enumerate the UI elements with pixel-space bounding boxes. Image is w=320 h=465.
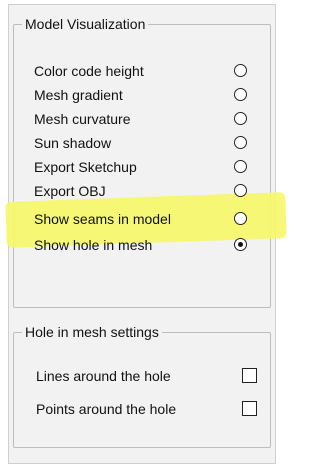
option-label: Export OBJ	[34, 183, 106, 199]
option-label: Show hole in mesh	[34, 237, 153, 253]
radio-button[interactable]	[234, 112, 247, 125]
option-export-obj[interactable]: Export OBJ	[34, 180, 250, 202]
radio-button[interactable]	[234, 64, 247, 77]
model-visualization-title: Model Visualization	[25, 16, 146, 32]
radio-button[interactable]	[234, 184, 247, 197]
radio-button[interactable]	[234, 88, 247, 101]
radio-dot-icon	[237, 241, 243, 247]
option-points-around-hole[interactable]: Points around the hole	[36, 398, 266, 420]
option-label: Points around the hole	[36, 401, 177, 417]
option-mesh-curvature[interactable]: Mesh curvature	[34, 108, 250, 130]
option-export-sketchup[interactable]: Export Sketchup	[34, 156, 250, 178]
option-label: Mesh gradient	[34, 87, 123, 103]
option-label: Lines around the hole	[36, 368, 171, 384]
radio-button[interactable]	[234, 212, 247, 225]
option-label: Mesh curvature	[34, 111, 131, 127]
option-mesh-gradient[interactable]: Mesh gradient	[34, 84, 250, 106]
option-show-seams-in-model[interactable]: Show seams in model	[34, 208, 250, 230]
radio-button[interactable]	[234, 160, 247, 173]
option-color-code-height[interactable]: Color code height	[34, 60, 250, 82]
option-label: Export Sketchup	[34, 159, 137, 175]
option-label: Show seams in model	[34, 211, 171, 227]
option-show-hole-in-mesh[interactable]: Show hole in mesh	[34, 234, 250, 256]
radio-button[interactable]	[234, 136, 247, 149]
option-label: Sun shadow	[34, 135, 112, 151]
option-sun-shadow[interactable]: Sun shadow	[34, 132, 250, 154]
hole-settings-title: Hole in mesh settings	[25, 324, 159, 340]
radio-button-selected[interactable]	[234, 238, 247, 251]
checkbox[interactable]	[242, 368, 257, 383]
option-label: Color code height	[34, 63, 144, 79]
checkbox[interactable]	[242, 401, 257, 416]
option-lines-around-hole[interactable]: Lines around the hole	[36, 365, 266, 387]
